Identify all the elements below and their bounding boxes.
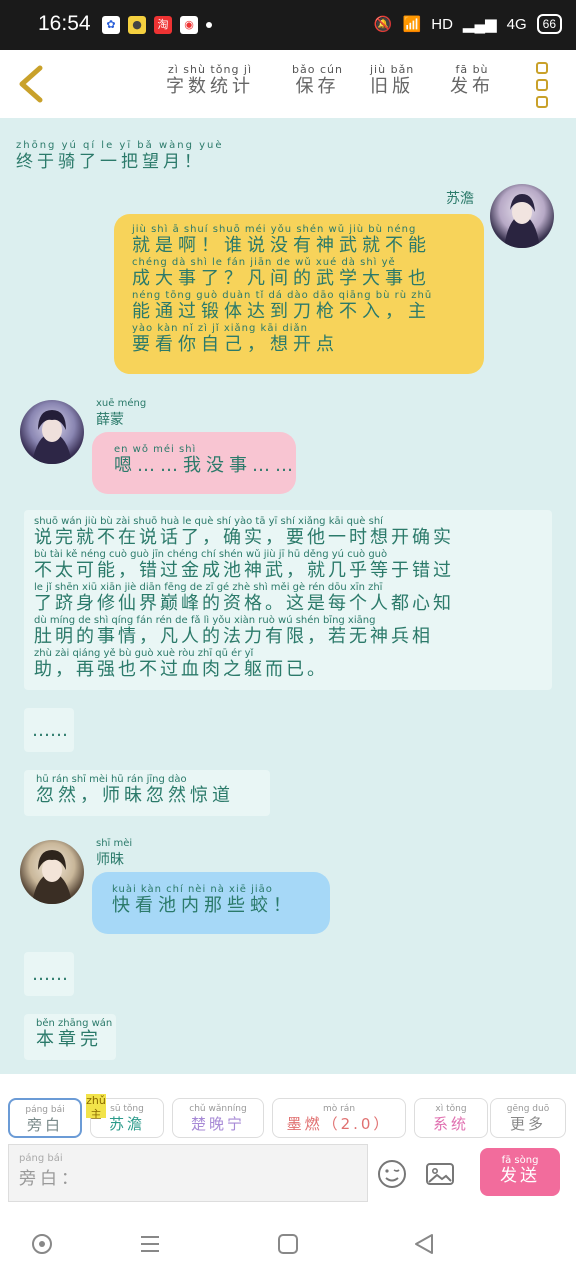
compose-bar: páng bái 旁白 sū tǒng 苏澹 zhǔ 主 chǔ wǎnníng… [0, 1074, 576, 1208]
narration-block[interactable]: shuō wán jiù bù zài shuō huà le què shí … [24, 510, 552, 690]
map-icon: ◉ [180, 16, 198, 34]
status-right: 🔕 📶 HD ▂▄▆ 4G 66 [374, 14, 562, 34]
narration-block[interactable]: …… [24, 952, 74, 996]
more-menu-icon[interactable] [536, 62, 552, 108]
emoji-icon[interactable] [376, 1158, 408, 1190]
narration-block[interactable]: běn zhāng wán 本章完 [24, 1014, 116, 1060]
publish-button[interactable]: fā bù 发布 [450, 64, 494, 98]
home-icon[interactable] [276, 1232, 300, 1256]
bulb-icon: ● [128, 16, 146, 34]
system-nav-bar [0, 1208, 576, 1280]
back-button[interactable] [14, 64, 50, 104]
speaker-name: xuē méng 薛蒙 [96, 398, 147, 428]
notification-icons: ✿ ● 淘 ◉ [102, 16, 212, 34]
role-more-button[interactable]: gēng duō 更多 [490, 1098, 566, 1138]
save-button[interactable]: bǎo cún 保存 [292, 64, 343, 98]
status-time: 16:54 [38, 12, 91, 35]
image-icon[interactable] [424, 1158, 456, 1190]
old-version-button[interactable]: jiù bǎn 旧版 [370, 64, 414, 98]
signal-type: 4G [506, 15, 527, 33]
speaker-name: 苏澹 [446, 191, 474, 207]
battery-icon: 66 [536, 14, 562, 34]
avatar-image [32, 850, 72, 904]
role-chuwanning[interactable]: chǔ wǎnníng 楚晚宁 [172, 1098, 264, 1138]
mute-icon: 🔕 [373, 16, 393, 33]
menu-icon[interactable] [138, 1232, 162, 1256]
chat-area[interactable]: zhōng yú qí le yī bǎ wàng yuè 终于骑了一把望月！ … [0, 118, 576, 1074]
status-bar: 16:54 ✿ ● 淘 ◉ 🔕 📶 HD ▂▄▆ 4G 66 [0, 0, 576, 50]
assistant-icon[interactable] [30, 1232, 54, 1256]
baidu-icon: ✿ [102, 16, 120, 34]
avatar[interactable] [490, 184, 554, 248]
narration-block[interactable]: …… [24, 708, 74, 752]
main-role-badge: zhǔ 主 [86, 1094, 106, 1121]
top-toolbar: zì shù tǒng jì 字数统计 bǎo cún 保存 jiù bǎn 旧… [0, 50, 576, 118]
narration-block[interactable]: hū rán shī mèi hū rán jīng dào 忽然，师昧忽然惊道 [24, 770, 270, 816]
avatar-image [32, 410, 72, 464]
role-narrator[interactable]: páng bái 旁白 [8, 1098, 82, 1138]
narration-line: zhōng yú qí le yī bǎ wàng yuè 终于骑了一把望月！ [16, 140, 224, 172]
speaker-name: shī mèi 师昧 [96, 838, 133, 868]
send-button[interactable]: fā sòng 发送 [480, 1148, 560, 1196]
signal-icon: ▂▄▆ [462, 16, 497, 33]
avatar[interactable] [20, 400, 84, 464]
wifi-icon: 📶 [402, 16, 422, 33]
chat-bubble[interactable]: jiù shì ā shuí shuō méi yǒu shén wǔ jiù … [114, 214, 484, 374]
message-input[interactable]: páng bái 旁白： [8, 1144, 368, 1202]
role-system[interactable]: xì tǒng 系统 [414, 1098, 488, 1138]
chevron-left-icon [19, 65, 43, 103]
word-count-button[interactable]: zì shù tǒng jì 字数统计 [166, 64, 254, 98]
taobao-icon: 淘 [154, 16, 172, 34]
dot-icon [206, 22, 212, 28]
chat-bubble[interactable]: kuài kàn chí nèi nà xiē jiāo 快看池内那些蛟！ [92, 872, 330, 934]
back-nav-icon[interactable] [412, 1232, 436, 1256]
role-moran[interactable]: mò rán 墨燃（2.0） [272, 1098, 406, 1138]
avatar-image [504, 194, 540, 248]
network-type: HD [431, 15, 453, 33]
avatar[interactable] [20, 840, 84, 904]
chat-bubble[interactable]: en wǒ méi shì 嗯……我没事…… [92, 432, 296, 494]
